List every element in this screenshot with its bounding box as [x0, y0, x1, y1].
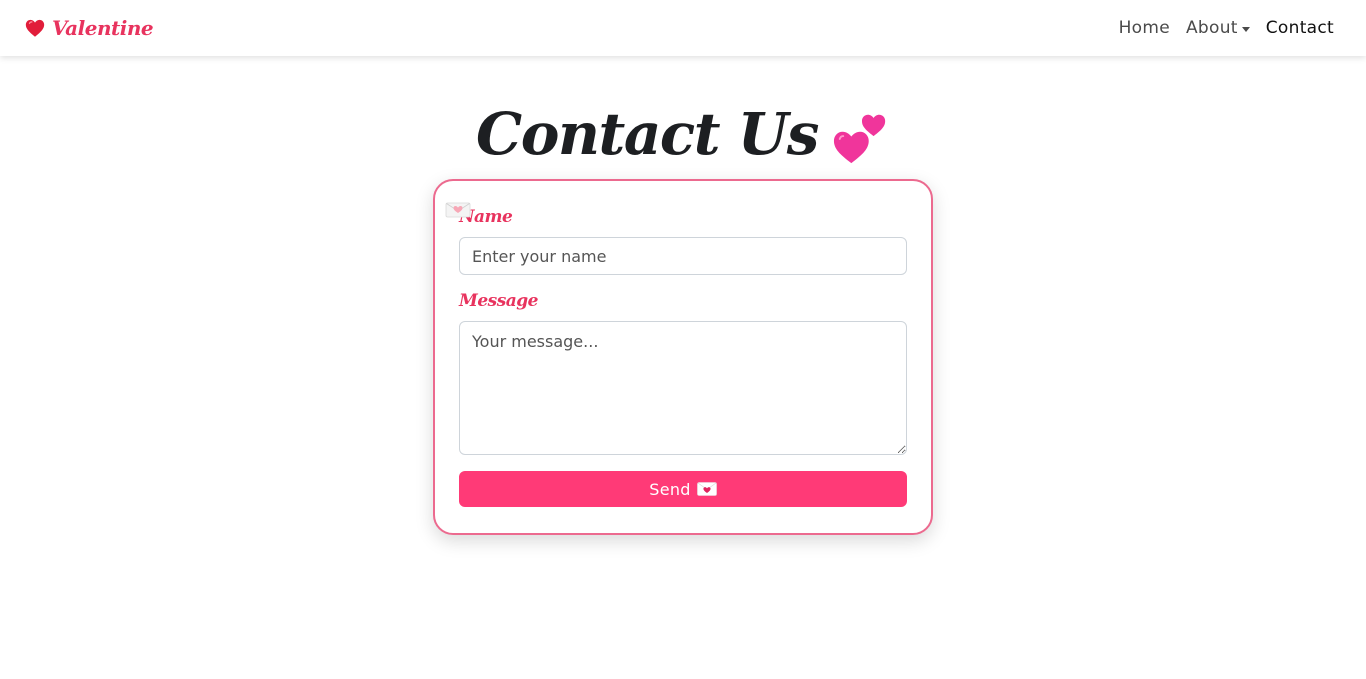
contact-form-card: Name Message Send: [433, 179, 933, 535]
nav-about-label: About: [1185, 18, 1238, 38]
nav-about-dropdown[interactable]: About: [1186, 18, 1250, 38]
caret-down-icon: [1241, 26, 1250, 32]
love-letter-icon: [696, 482, 717, 496]
nav-contact-link[interactable]: Contact: [1266, 18, 1334, 38]
brand-title: Valentine: [52, 16, 154, 40]
name-label: Name: [459, 207, 513, 227]
love-letter-icon: [445, 202, 471, 218]
message-textarea[interactable]: [459, 321, 907, 455]
two-hearts-icon: [833, 114, 886, 164]
brand-link[interactable]: Valentine: [24, 16, 154, 40]
message-label: Message: [459, 291, 539, 311]
nav-links: Home About Contact: [1119, 18, 1334, 38]
red-heart-icon: [25, 19, 45, 37]
send-button-label: Send: [649, 479, 691, 499]
navbar: Valentine Home About Contact: [0, 0, 1366, 56]
nav-home-link[interactable]: Home: [1119, 18, 1170, 38]
page-title: Contact Us: [476, 100, 819, 168]
page-header: Contact Us: [0, 100, 1366, 168]
name-input[interactable]: [459, 237, 907, 275]
send-button[interactable]: Send: [459, 471, 907, 507]
